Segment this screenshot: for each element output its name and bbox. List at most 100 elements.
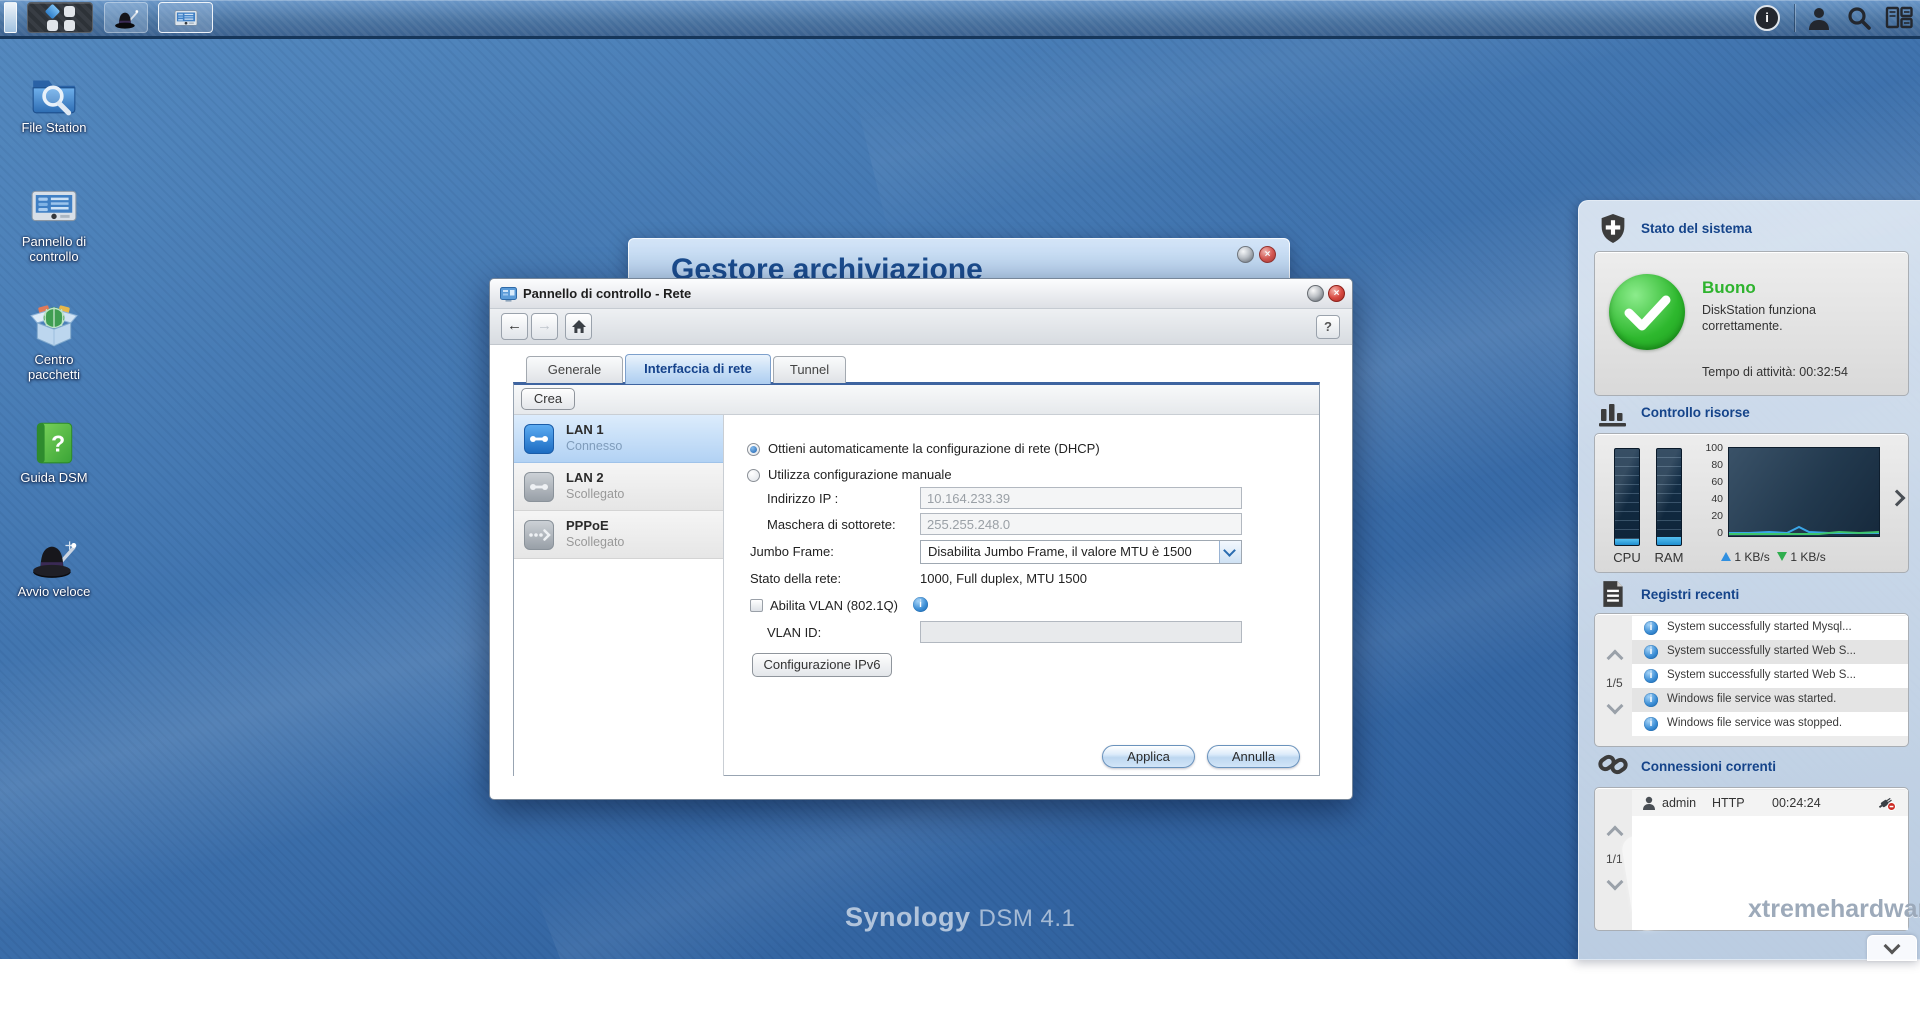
log-text: Windows file service was started.	[1667, 693, 1837, 705]
log-row[interactable]: i Windows file service was started.	[1632, 688, 1908, 712]
info-icon[interactable]: i	[913, 597, 928, 612]
dialog-toolbar: ← → ?	[490, 309, 1352, 345]
main-menu-tile-icon	[64, 20, 75, 31]
connection-row[interactable]: admin HTTP 00:24:24	[1632, 790, 1908, 816]
desktop-icon-label: Guida DSM	[20, 470, 88, 485]
help-button[interactable]: ?	[1316, 315, 1340, 339]
info-icon: i	[1644, 717, 1658, 731]
create-button[interactable]: Crea	[521, 388, 575, 410]
background-window-storage-manager[interactable]: Gestore archiviazione ×	[628, 238, 1290, 279]
log-row[interactable]: i Windows file service was stopped.	[1632, 712, 1908, 736]
log-row[interactable]: i System successfully started Web S...	[1632, 640, 1908, 664]
show-desktop-button[interactable]	[4, 2, 17, 33]
connection-user: admin	[1662, 796, 1697, 810]
lan-icon	[524, 424, 554, 454]
log-row[interactable]: i System successfully started Web S...	[1632, 664, 1908, 688]
minimize-button[interactable]	[1307, 285, 1324, 302]
logs-page-down-chevron[interactable]	[1606, 697, 1624, 715]
lan-icon	[524, 472, 554, 502]
main-menu-button[interactable]	[27, 2, 93, 33]
log-text: System successfully started Mysql...	[1667, 621, 1852, 633]
pilot-view-button[interactable]	[1882, 4, 1916, 32]
cancel-button[interactable]: Annulla	[1207, 745, 1300, 768]
sidebar-collapse-button[interactable]	[1867, 935, 1917, 961]
control-panel-icon	[29, 182, 79, 232]
user-menu-button[interactable]	[1802, 4, 1836, 32]
ip-label: Indirizzo IP :	[767, 491, 839, 506]
main-menu-diamond-icon	[44, 3, 61, 20]
expand-resource-monitor-chevron[interactable]	[1888, 489, 1906, 507]
control-panel-task-button[interactable]	[158, 2, 213, 33]
taskbar: i	[0, 0, 1920, 39]
chevron-down-icon[interactable]	[1219, 541, 1241, 563]
vlan-id-field[interactable]	[920, 621, 1242, 643]
tab-content: Crea LAN 1 Connesso LAN 2 Scollegato PPP…	[513, 382, 1320, 776]
desktop-icon-package-center[interactable]: Centro pacchetti	[8, 300, 100, 383]
connections-page-up-chevron[interactable]	[1606, 825, 1624, 843]
radio-dhcp[interactable]	[747, 443, 760, 456]
connection-protocol: HTTP	[1712, 796, 1745, 810]
list-item-lan2[interactable]: LAN 2 Scollegato	[514, 463, 723, 511]
tab-generale[interactable]: Generale	[526, 356, 623, 383]
close-icon[interactable]: ×	[1259, 246, 1276, 263]
info-icon[interactable]: i	[1754, 5, 1780, 31]
home-button[interactable]	[565, 313, 592, 340]
system-status-box: Buono DiskStation funziona correttamente…	[1594, 251, 1909, 396]
jumbo-frame-label: Jumbo Frame:	[750, 544, 834, 559]
ip-field[interactable]	[920, 487, 1242, 509]
tab-tunnel[interactable]: Tunnel	[773, 356, 846, 383]
ipv6-config-button[interactable]: Configurazione IPv6	[752, 653, 892, 677]
jumbo-frame-value: Disabilita Jumbo Frame, il valore MTU è …	[928, 544, 1192, 559]
taskbar-texture	[0, 0, 1920, 36]
tab-interfaccia-di-rete[interactable]: Interfaccia di rete	[625, 354, 771, 384]
subnet-mask-field[interactable]	[920, 513, 1242, 535]
minimize-button[interactable]	[1237, 246, 1254, 263]
back-button[interactable]: ←	[501, 313, 528, 340]
upload-arrow-icon	[1721, 552, 1731, 561]
pilot-view-icon	[1885, 6, 1913, 29]
pppoe-icon	[524, 520, 554, 550]
desktop-icon-label: Centro pacchetti	[27, 352, 81, 383]
desktop-icon-quick-start[interactable]: Avvio veloce	[8, 532, 100, 599]
log-row[interactable]: i System successfully started Mysql...	[1632, 616, 1908, 640]
close-icon[interactable]: ×	[1328, 285, 1345, 302]
vlan-checkbox[interactable]	[750, 599, 763, 612]
cpu-gauge	[1614, 448, 1640, 546]
log-text: System successfully started Web S...	[1667, 669, 1856, 681]
list-item-lan1[interactable]: LAN 1 Connesso	[514, 415, 723, 463]
quick-start-icon	[29, 532, 79, 582]
main-menu-tile-icon	[47, 20, 58, 31]
radio-manual[interactable]	[747, 469, 760, 482]
info-icon: i	[1644, 621, 1658, 635]
connection-time: 00:24:24	[1772, 796, 1821, 810]
search-icon	[1848, 7, 1871, 30]
list-item-pppoe[interactable]: PPPoE Scollegato	[514, 511, 723, 559]
logs-page-up-chevron[interactable]	[1606, 649, 1624, 667]
dsm-watermark: Synology DSM 4.1	[845, 902, 1075, 933]
main-menu-tile-icon	[64, 6, 75, 17]
desktop-icon-file-station[interactable]: File Station	[8, 68, 100, 135]
resource-monitor-box: CPU RAM 100 80 60 40 20 0 1 KB/s 1 KB/s	[1594, 433, 1909, 573]
info-icon: i	[1644, 669, 1658, 683]
dialog-title: Pannello di controllo - Rete	[523, 286, 692, 301]
apply-button[interactable]: Applica	[1102, 745, 1195, 768]
interface-name: LAN 2	[566, 470, 604, 485]
download-arrow-icon	[1777, 552, 1788, 561]
search-button[interactable]	[1842, 4, 1876, 32]
desktop-icon-dsm-help[interactable]: ? Guida DSM	[8, 418, 100, 485]
connections-page-down-chevron[interactable]	[1606, 873, 1624, 891]
dialog-titlebar[interactable]: Pannello di controllo - Rete ×	[490, 279, 1352, 309]
connections-title: Connessioni correnti	[1641, 759, 1777, 774]
desktop-icon-control-panel[interactable]: Pannello di controllo	[8, 182, 100, 265]
log-text: Windows file service was stopped.	[1667, 717, 1843, 729]
network-rates: 1 KB/s 1 KB/s	[1721, 550, 1826, 564]
forward-button[interactable]: →	[531, 313, 558, 340]
recent-logs-icon	[1600, 579, 1626, 614]
info-icon: i	[1644, 645, 1658, 659]
quick-start-taskbar-button[interactable]	[104, 2, 148, 33]
disconnect-icon[interactable]	[1878, 795, 1896, 811]
jumbo-frame-select[interactable]: Disabilita Jumbo Frame, il valore MTU è …	[920, 540, 1242, 564]
dsm-help-icon: ?	[29, 418, 79, 468]
network-status-label: Stato della rete:	[750, 571, 842, 586]
info-icon: i	[1644, 693, 1658, 707]
